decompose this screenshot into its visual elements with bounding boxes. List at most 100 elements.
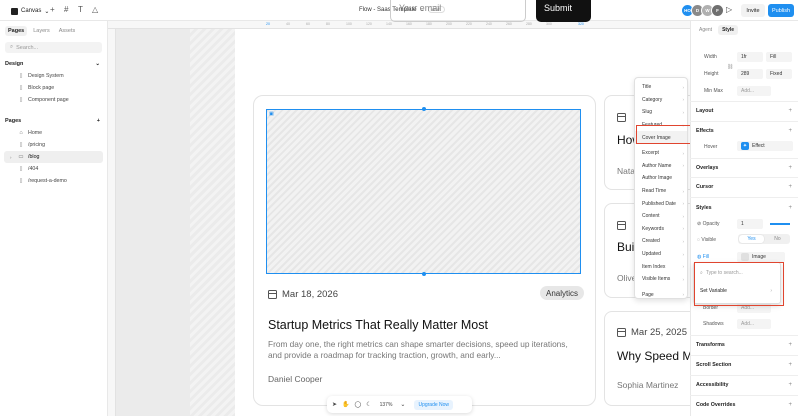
- zoom-select[interactable]: 137%: [377, 401, 396, 409]
- sidebar-item-blog[interactable]: › ▭/blog: [4, 151, 103, 163]
- app-menu-button[interactable]: Canvas ⌄: [6, 5, 54, 17]
- plus-icon[interactable]: +: [788, 205, 792, 211]
- opacity-input[interactable]: 1: [737, 219, 763, 229]
- menu-item-item-index[interactable]: Item Index ›: [635, 260, 687, 273]
- visible-yes-option[interactable]: Yes: [739, 235, 764, 243]
- shape-icon[interactable]: △: [92, 5, 98, 15]
- menu-item-visible-items[interactable]: Visible Items ›: [635, 273, 687, 286]
- design-section-header[interactable]: Design ⌄: [0, 61, 107, 67]
- avatar[interactable]: F: [711, 4, 724, 17]
- text-icon[interactable]: T: [78, 5, 83, 15]
- tab-style[interactable]: Style: [718, 25, 739, 35]
- publish-button[interactable]: Publish: [768, 4, 794, 17]
- plus-icon[interactable]: +: [788, 165, 792, 171]
- folder-icon: ▭: [18, 154, 24, 160]
- collaborator-avatars[interactable]: HO D W F: [681, 4, 724, 17]
- overlays-section[interactable]: Overlays +: [696, 165, 792, 171]
- plus-icon[interactable]: +: [788, 382, 792, 388]
- menu-item-excerpt[interactable]: Excerpt ›: [635, 147, 687, 160]
- link-icon[interactable]: ⛓: [727, 64, 733, 70]
- menu-item-page[interactable]: Page ›: [635, 289, 687, 302]
- plus-icon[interactable]: +: [788, 184, 792, 190]
- menu-item-published-date[interactable]: Published Date ›: [635, 197, 687, 210]
- play-icon[interactable]: ▷: [726, 5, 732, 14]
- chevron-down-icon: ⌄: [95, 61, 100, 67]
- menu-item-keywords[interactable]: Keywords ›: [635, 223, 687, 236]
- visible-toggle[interactable]: Yes No: [738, 234, 790, 244]
- minmax-field[interactable]: Add...: [737, 86, 771, 96]
- fill-field[interactable]: Image: [737, 252, 785, 262]
- tab-assets[interactable]: Assets: [56, 26, 79, 36]
- search-input[interactable]: ⌕ Search...: [5, 42, 102, 53]
- hand-icon[interactable]: ✋: [342, 401, 349, 408]
- ruler-mark: 20: [266, 22, 270, 26]
- plus-icon[interactable]: +: [788, 342, 792, 348]
- width-mode-select[interactable]: Fill: [766, 52, 792, 62]
- menu-item-read-time[interactable]: Read Time ›: [635, 185, 687, 198]
- sidebar-item-design-system[interactable]: ▯ Design System: [4, 70, 103, 82]
- effects-section[interactable]: Effects +: [696, 128, 792, 134]
- tab-agent[interactable]: Agent: [695, 25, 716, 35]
- menu-item-updated[interactable]: Updated ›: [635, 248, 687, 261]
- menu-item-author-name[interactable]: Author Name ›: [635, 160, 687, 173]
- ruler-mark: 160: [406, 22, 412, 26]
- ruler-mark: 200: [446, 22, 452, 26]
- transforms-section[interactable]: Transforms +: [696, 342, 792, 348]
- email-field[interactable]: Your email: [390, 0, 526, 22]
- hover-effect-field[interactable]: ✦ Effect: [737, 141, 793, 151]
- scroll-section[interactable]: Scroll Section +: [696, 362, 792, 368]
- cursor-section[interactable]: Cursor +: [696, 184, 792, 190]
- plus-icon[interactable]: +: [50, 5, 55, 15]
- menu-item-category[interactable]: Category ›: [635, 94, 687, 107]
- effect-icon: ✦: [741, 142, 749, 150]
- code-overrides-section[interactable]: Code Overrides +: [696, 402, 792, 408]
- sidebar-item-404[interactable]: ▯/404: [4, 163, 103, 175]
- sidebar-item-block-page[interactable]: ▯ Block page: [4, 82, 103, 94]
- visible-no-option[interactable]: No: [765, 234, 790, 244]
- height-input[interactable]: 289: [737, 69, 763, 79]
- plus-icon[interactable]: +: [788, 128, 792, 134]
- frame-icon[interactable]: #: [64, 5, 68, 15]
- menu-item-title[interactable]: Title ›: [635, 81, 687, 94]
- menu-item-created[interactable]: Created ›: [635, 235, 687, 248]
- styles-section[interactable]: Styles +: [696, 205, 792, 211]
- width-input[interactable]: 1fr: [737, 52, 763, 62]
- resize-handle[interactable]: [422, 107, 426, 111]
- cover-image-placeholder[interactable]: ▣: [266, 107, 581, 276]
- chevron-right-icon[interactable]: ›: [10, 155, 12, 160]
- tab-pages[interactable]: Pages: [5, 26, 28, 36]
- height-mode-select[interactable]: Fixed: [766, 69, 792, 79]
- shadows-field[interactable]: Add...: [737, 319, 771, 329]
- layout-section[interactable]: Layout +: [696, 108, 792, 114]
- menu-item-slug[interactable]: Slug ›: [635, 106, 687, 119]
- sidebar-item-pricing[interactable]: ▯/pricing: [4, 139, 103, 151]
- hover-label: Hover: [704, 144, 718, 150]
- sidebar-item-home[interactable]: ⌂ Home: [4, 127, 103, 139]
- moon-icon[interactable]: ☾: [366, 401, 371, 408]
- plus-icon[interactable]: +: [788, 108, 792, 114]
- post-date: Mar 25, 2025: [617, 327, 687, 338]
- plus-icon[interactable]: +: [788, 362, 792, 368]
- blog-card-main[interactable]: ▣ Mar 18, 2026 Analytics Startup Metrics…: [253, 95, 596, 406]
- submit-button[interactable]: Submit: [536, 0, 591, 22]
- plus-icon[interactable]: +: [788, 402, 792, 408]
- tab-layers[interactable]: Layers: [30, 26, 53, 36]
- ruler-mark: 220: [466, 22, 472, 26]
- cursor-icon[interactable]: ➤: [332, 401, 337, 408]
- menu-item-content[interactable]: Content ›: [635, 210, 687, 223]
- menu-item-author-image[interactable]: Author Image: [635, 172, 687, 185]
- resize-handle[interactable]: [422, 272, 426, 276]
- post-title: Startup Metrics That Really Matter Most: [268, 318, 488, 332]
- post-author: Nata: [617, 166, 635, 176]
- sidebar-item-component-page[interactable]: ▯ Component page: [4, 94, 103, 106]
- comment-icon[interactable]: ◯: [355, 401, 362, 408]
- ruler-mark: 100: [346, 22, 352, 26]
- pages-section-header[interactable]: Pages +: [0, 118, 107, 124]
- invite-button[interactable]: Invite: [741, 4, 765, 17]
- opacity-slider[interactable]: [770, 223, 790, 225]
- upgrade-button[interactable]: Upgrade Now: [414, 399, 454, 410]
- sidebar-item-request-a-demo[interactable]: ▯/request-a-demo: [4, 175, 103, 187]
- chevron-right-icon: ›: [682, 292, 685, 298]
- plus-icon[interactable]: +: [97, 118, 100, 124]
- accessibility-section[interactable]: Accessibility +: [696, 382, 792, 388]
